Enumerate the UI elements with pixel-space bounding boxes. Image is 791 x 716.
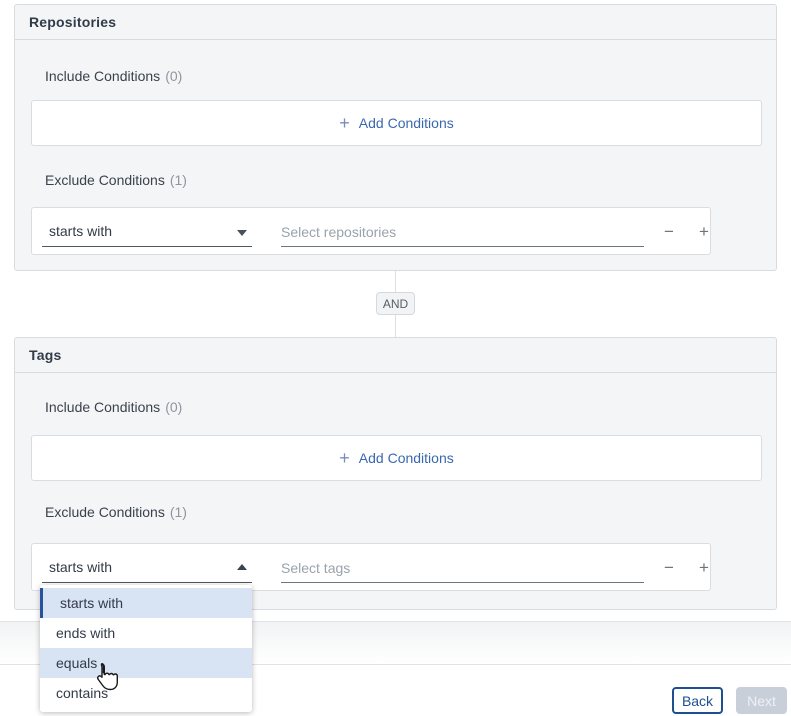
operator-select-value: starts with bbox=[49, 559, 112, 575]
repositories-value-input[interactable] bbox=[281, 217, 644, 247]
and-operator-badge: AND bbox=[376, 292, 415, 315]
add-include-conditions-button[interactable]: + Add Conditions bbox=[31, 100, 762, 146]
tags-section: Tags Include Conditions(0) + Add Conditi… bbox=[14, 337, 777, 610]
operator-select-open[interactable]: starts with bbox=[42, 553, 252, 583]
chevron-down-icon bbox=[237, 230, 247, 236]
remove-condition-button[interactable]: − bbox=[659, 208, 679, 256]
include-conditions-count: (0) bbox=[165, 399, 182, 415]
plus-icon: + bbox=[339, 449, 350, 467]
retention-rule-wizard: Repositories Include Conditions(0) + Add… bbox=[0, 0, 791, 716]
add-conditions-label: Add Conditions bbox=[359, 115, 454, 131]
add-condition-button[interactable]: + bbox=[694, 208, 714, 256]
repositories-section: Repositories Include Conditions(0) + Add… bbox=[14, 4, 777, 271]
operator-select[interactable]: starts with bbox=[42, 217, 252, 247]
back-button[interactable]: Back bbox=[672, 687, 723, 714]
include-conditions-label: Include Conditions(0) bbox=[45, 399, 182, 415]
add-condition-button[interactable]: + bbox=[694, 544, 714, 592]
chevron-up-icon bbox=[237, 564, 247, 570]
operator-dropdown-menu: starts with ends with equals contains bbox=[40, 585, 252, 712]
dropdown-option-equals[interactable]: equals bbox=[40, 648, 252, 678]
exclude-conditions-count: (1) bbox=[170, 172, 187, 188]
exclude-condition-row: starts with − + bbox=[31, 207, 711, 255]
dropdown-option-ends-with[interactable]: ends with bbox=[40, 618, 252, 648]
dropdown-option-contains[interactable]: contains bbox=[40, 678, 252, 708]
dropdown-option-starts-with[interactable]: starts with bbox=[40, 588, 252, 618]
repositories-header: Repositories bbox=[15, 5, 776, 40]
add-include-conditions-button[interactable]: + Add Conditions bbox=[31, 435, 762, 481]
remove-condition-button[interactable]: − bbox=[659, 544, 679, 592]
section-title: Repositories bbox=[29, 14, 116, 30]
include-conditions-count: (0) bbox=[165, 68, 182, 84]
tags-value-input[interactable] bbox=[281, 553, 644, 583]
plus-icon: + bbox=[339, 114, 350, 132]
exclude-conditions-label: Exclude Conditions(1) bbox=[45, 172, 187, 188]
exclude-condition-row: starts with − + bbox=[31, 543, 711, 591]
add-conditions-label: Add Conditions bbox=[359, 450, 454, 466]
tags-header: Tags bbox=[15, 338, 776, 373]
exclude-conditions-label: Exclude Conditions(1) bbox=[45, 504, 187, 520]
next-button-disabled[interactable]: Next bbox=[736, 687, 787, 714]
operator-select-value: starts with bbox=[49, 223, 112, 239]
include-conditions-label: Include Conditions(0) bbox=[45, 68, 182, 84]
section-title: Tags bbox=[29, 347, 61, 363]
exclude-conditions-count: (1) bbox=[170, 504, 187, 520]
